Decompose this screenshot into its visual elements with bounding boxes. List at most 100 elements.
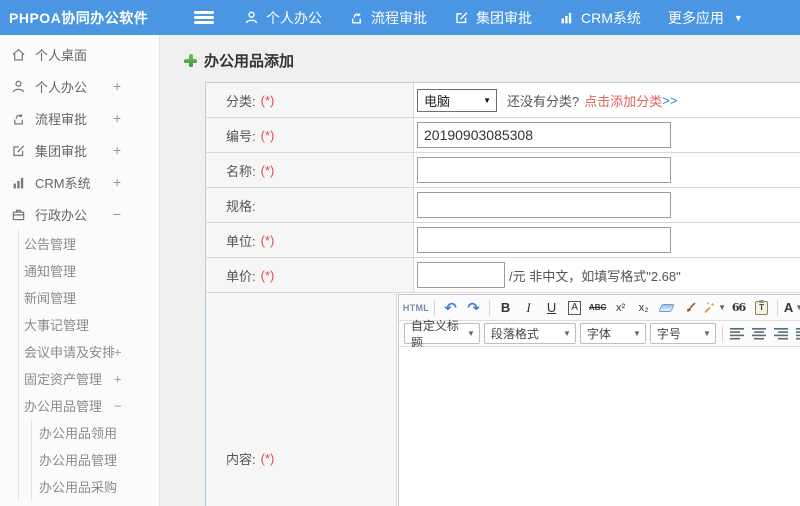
office-supplies-submenu: 办公用品领用 办公用品管理 办公用品采购 bbox=[31, 419, 159, 500]
expand-toggle[interactable]: + bbox=[113, 110, 121, 126]
category-hint: 还没有分类? bbox=[507, 93, 580, 109]
nav-crm-system[interactable]: CRM系统 bbox=[559, 8, 641, 28]
form-row-price: 单价: (*) /元 非中文，如填写格式"2.68" bbox=[206, 258, 800, 293]
user-icon bbox=[244, 10, 259, 25]
align-left-icon bbox=[730, 327, 745, 339]
caret-down-icon: ▼ bbox=[562, 329, 571, 338]
font-size-select[interactable]: 字号 ▼ bbox=[649, 323, 716, 344]
collapse-toggle[interactable]: − bbox=[114, 398, 122, 413]
form-row-code: 编号: (*) bbox=[206, 118, 800, 153]
sidebar-item-personal-office[interactable]: 个人办公 + bbox=[0, 70, 159, 102]
font-family-select[interactable]: 字体 ▼ bbox=[579, 323, 646, 344]
sidebar-item-supplies-purchase[interactable]: 办公用品采购 bbox=[32, 473, 159, 500]
bold-button[interactable]: B bbox=[495, 297, 516, 318]
price-format-hint: /元 非中文，如填写格式"2.68" bbox=[509, 268, 681, 284]
font-border-button[interactable]: A bbox=[564, 297, 585, 318]
chart-icon bbox=[10, 175, 26, 190]
sidebar-item-notice-mgmt[interactable]: 通知管理 bbox=[19, 257, 159, 284]
align-left-button[interactable] bbox=[728, 323, 748, 344]
font-color-button[interactable]: A ▼ bbox=[783, 297, 800, 318]
paste-plain-button[interactable]: T bbox=[751, 297, 772, 318]
sidebar-item-office-supplies-mgmt[interactable]: 办公用品管理 − bbox=[19, 392, 159, 419]
align-right-button[interactable] bbox=[772, 323, 792, 344]
collapse-toggle[interactable]: − bbox=[113, 206, 121, 222]
caret-down-icon: ▼ bbox=[795, 303, 800, 312]
nav-more-apps[interactable]: 更多应用 ▼ bbox=[668, 8, 743, 28]
chart-icon bbox=[559, 10, 574, 25]
superscript-button[interactable]: x² bbox=[610, 297, 631, 318]
caret-down-icon: ▼ bbox=[466, 329, 475, 338]
required-marker: (*) bbox=[260, 127, 275, 143]
align-center-icon bbox=[752, 327, 767, 339]
brush-icon bbox=[686, 301, 696, 312]
add-category-link[interactable]: 点击添加分类 bbox=[584, 91, 662, 110]
italic-button[interactable]: I bbox=[518, 297, 539, 318]
caret-down-icon: ▼ bbox=[733, 12, 743, 23]
format-painter-button[interactable] bbox=[679, 297, 700, 318]
sidebar-item-fixed-assets-mgmt[interactable]: 固定资产管理 + bbox=[19, 365, 159, 392]
strikethrough-button[interactable]: ABC bbox=[587, 297, 608, 318]
content-label: 内容: bbox=[226, 451, 256, 467]
auto-typeset-button[interactable]: ▼ bbox=[702, 297, 726, 318]
custom-title-select[interactable]: 自定义标题 ▼ bbox=[403, 319, 480, 350]
nav-group-approval[interactable]: 集团审批 bbox=[454, 8, 532, 28]
topbar: PHPOA协同办公软件 个人办公 流程审批 集团审批 CRM系统 更多应用 ▼ bbox=[0, 0, 800, 35]
name-input[interactable] bbox=[417, 157, 671, 183]
sidebar-item-supplies-management[interactable]: 办公用品管理 bbox=[32, 446, 159, 473]
home-icon bbox=[10, 47, 26, 62]
edit-icon bbox=[454, 10, 469, 25]
unit-label: 单位: bbox=[226, 233, 256, 249]
sidebar-item-admin-office[interactable]: 行政办公 − bbox=[0, 198, 159, 230]
sidebar: 个人桌面 个人办公 + 流程审批 + 集团审批 + CRM系统 + 行政办公 −… bbox=[0, 35, 160, 506]
undo-button[interactable]: ↶ bbox=[440, 297, 461, 318]
remove-format-button[interactable] bbox=[656, 297, 677, 318]
add-category-link-arrow[interactable]: >> bbox=[662, 93, 677, 108]
price-input[interactable] bbox=[417, 262, 505, 288]
sidebar-item-events-mgmt[interactable]: 大事记管理 bbox=[19, 311, 159, 338]
magic-wand-icon bbox=[704, 302, 715, 313]
expand-toggle[interactable]: + bbox=[113, 174, 121, 190]
main-content: 办公用品添加 分类: (*) 电脑 ▼ 还没有分类? 点击添加分类 >> 编号: bbox=[160, 35, 800, 506]
phpoa-app: { "topbar": { "brand": "PHPOA协同办公软件", "n… bbox=[0, 0, 800, 506]
expand-toggle[interactable]: + bbox=[114, 344, 122, 359]
expand-toggle[interactable]: + bbox=[113, 142, 121, 158]
sidebar-item-group-approval[interactable]: 集团审批 + bbox=[0, 134, 159, 166]
top-navigation: 个人办公 流程审批 集团审批 CRM系统 更多应用 ▼ bbox=[244, 8, 770, 28]
expand-toggle[interactable]: + bbox=[113, 78, 121, 94]
sidebar-item-news-mgmt[interactable]: 新闻管理 bbox=[19, 284, 159, 311]
align-center-button[interactable] bbox=[750, 323, 770, 344]
required-marker: (*) bbox=[260, 92, 275, 108]
required-marker: (*) bbox=[260, 162, 275, 178]
select-caret-icon: ▼ bbox=[483, 95, 491, 105]
sidebar-item-personal-desktop[interactable]: 个人桌面 bbox=[0, 38, 159, 70]
nav-workflow-approval[interactable]: 流程审批 bbox=[349, 8, 427, 28]
spec-input[interactable] bbox=[417, 192, 671, 218]
form-row-name: 名称: (*) bbox=[206, 153, 800, 188]
add-supply-form: 分类: (*) 电脑 ▼ 还没有分类? 点击添加分类 >> 编号: (*) 20… bbox=[205, 82, 800, 506]
unit-input[interactable] bbox=[417, 227, 671, 253]
category-select[interactable]: 电脑 ▼ bbox=[417, 88, 497, 112]
editor-toolbar-row2: 自定义标题 ▼ 段落格式 ▼ 字体 ▼ 字号 ▼ bbox=[398, 319, 800, 350]
underline-button[interactable]: U bbox=[541, 297, 562, 318]
paragraph-format-select[interactable]: 段落格式 ▼ bbox=[483, 323, 576, 344]
sidebar-item-workflow-approval[interactable]: 流程审批 + bbox=[0, 102, 159, 134]
editor-content-area[interactable] bbox=[398, 347, 800, 506]
code-input[interactable] bbox=[417, 122, 671, 148]
blockquote-button[interactable]: 66 bbox=[728, 297, 749, 318]
expand-toggle[interactable]: + bbox=[114, 371, 122, 386]
sidebar-item-announcement-mgmt[interactable]: 公告管理 bbox=[19, 230, 159, 257]
sidebar-item-crm-system[interactable]: CRM系统 + bbox=[0, 166, 159, 198]
menu-icon[interactable] bbox=[194, 11, 214, 24]
brand-logo[interactable]: PHPOA协同办公软件 bbox=[0, 8, 160, 28]
price-label: 单价: bbox=[226, 268, 256, 284]
spec-label: 规格: bbox=[226, 198, 256, 214]
subscript-button[interactable]: x₂ bbox=[633, 297, 654, 318]
source-code-button[interactable]: HTML bbox=[403, 297, 429, 318]
edit-icon bbox=[10, 143, 26, 158]
sidebar-item-supplies-requisition[interactable]: 办公用品领用 bbox=[32, 419, 159, 446]
justify-button[interactable] bbox=[794, 323, 800, 344]
name-label: 名称: bbox=[226, 163, 256, 179]
redo-button[interactable]: ↷ bbox=[463, 297, 484, 318]
sidebar-item-meeting-request[interactable]: 会议申请及安排 + bbox=[19, 338, 159, 365]
nav-personal-office[interactable]: 个人办公 bbox=[244, 8, 322, 28]
